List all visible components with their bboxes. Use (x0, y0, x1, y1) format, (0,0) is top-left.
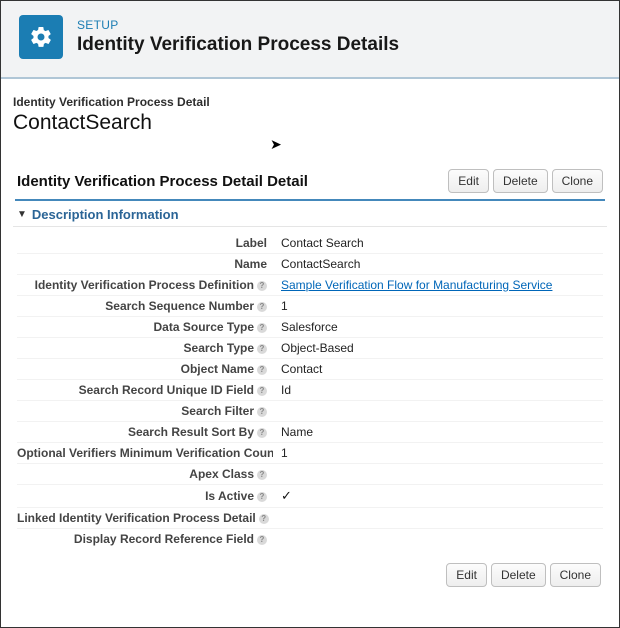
description-heading[interactable]: ▼ Description Information (13, 201, 607, 227)
page-body: Identity Verification Process Detail Con… (1, 79, 619, 605)
chevron-down-icon: ▼ (17, 209, 27, 220)
field-dispref: Display Record Reference Field? (17, 529, 603, 549)
is-active-checkmark: ✓ (273, 488, 292, 504)
help-icon[interactable]: ? (257, 365, 267, 375)
field-sequence-value: 1 (273, 299, 288, 313)
help-icon[interactable]: ? (257, 407, 267, 417)
breadcrumb-setup[interactable]: SETUP (77, 18, 399, 32)
field-sortby-value: Name (273, 425, 313, 439)
clone-button-bottom[interactable]: Clone (550, 563, 601, 587)
field-label-value: Contact Search (273, 236, 364, 250)
field-apex: Apex Class? (17, 464, 603, 485)
field-name: Name ContactSearch (17, 254, 603, 275)
field-label: Label Contact Search (17, 233, 603, 254)
action-buttons-bottom: Edit Delete Clone (13, 549, 607, 587)
field-definition: Identity Verification Process Definition… (17, 275, 603, 296)
field-minver-value: 1 (273, 446, 288, 460)
help-icon[interactable]: ? (257, 281, 267, 291)
page-title: Identity Verification Process Details (77, 34, 399, 56)
section-title: Identity Verification Process Detail Det… (17, 173, 308, 190)
setup-header: SETUP Identity Verification Process Deta… (1, 1, 619, 79)
edit-button-bottom[interactable]: Edit (446, 563, 487, 587)
breadcrumb-detail: Identity Verification Process Detail (13, 95, 607, 109)
field-linked: Linked Identity Verification Process Det… (17, 508, 603, 529)
help-icon[interactable]: ? (257, 492, 267, 502)
field-minver: Optional Verifiers Minimum Verification … (17, 443, 603, 464)
field-name-value: ContactSearch (273, 257, 360, 271)
action-buttons-top: Edit Delete Clone (448, 169, 603, 193)
field-stype-value: Object-Based (273, 341, 354, 355)
field-dstype-value: Salesforce (273, 320, 338, 334)
fields-list: Label Contact Search Name Contact Search … (13, 227, 607, 549)
help-icon[interactable]: ? (257, 344, 267, 354)
record-title: ContactSearch (13, 111, 607, 135)
help-icon[interactable]: ? (257, 323, 267, 333)
delete-button[interactable]: Delete (493, 169, 548, 193)
field-stype: Search Type? Object-Based (17, 338, 603, 359)
description-heading-label: Description Information (32, 207, 179, 222)
field-active: Is Active? ✓ (17, 485, 603, 508)
edit-button[interactable]: Edit (448, 169, 489, 193)
field-dstype: Data Source Type? Salesforce (17, 317, 603, 338)
field-uid-value: Id (273, 383, 291, 397)
help-icon[interactable]: ? (257, 302, 267, 312)
gear-icon (19, 15, 63, 59)
field-objname: Object Name? Contact (17, 359, 603, 380)
header-text: SETUP Identity Verification Process Deta… (77, 18, 399, 56)
help-icon[interactable]: ? (257, 470, 267, 480)
help-icon[interactable]: ? (257, 428, 267, 438)
field-sortby: Search Result Sort By? Name (17, 422, 603, 443)
definition-link[interactable]: Sample Verification Flow for Manufacturi… (281, 278, 552, 292)
help-icon[interactable]: ? (257, 535, 267, 545)
field-uid: Search Record Unique ID Field? Id (17, 380, 603, 401)
delete-button-bottom[interactable]: Delete (491, 563, 546, 587)
field-objname-value: Contact (273, 362, 322, 376)
clone-button[interactable]: Clone (552, 169, 603, 193)
help-icon[interactable]: ? (257, 386, 267, 396)
field-sequence: Search Sequence Number? 1 (17, 296, 603, 317)
help-icon[interactable]: ? (259, 514, 269, 524)
field-filter: Search Filter? (17, 401, 603, 422)
